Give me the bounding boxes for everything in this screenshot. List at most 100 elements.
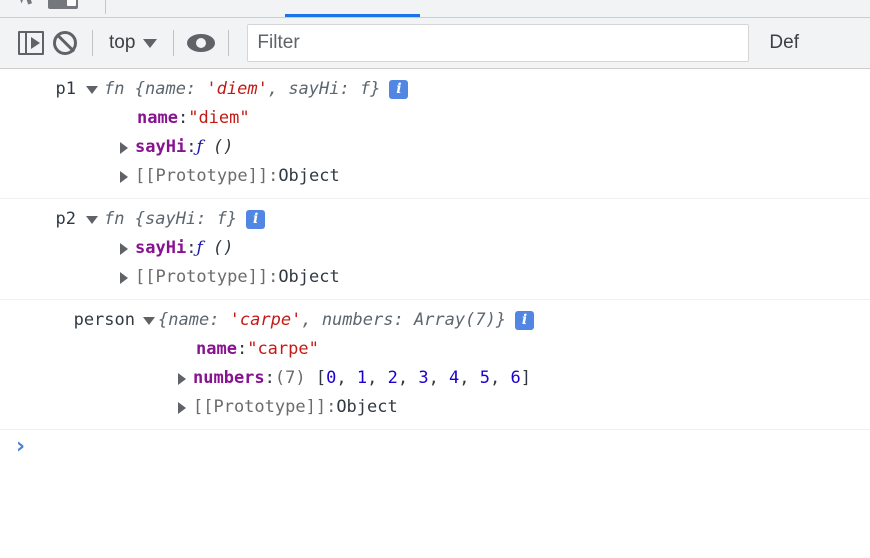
property-colon: : (264, 368, 275, 388)
function-parens: () (202, 137, 234, 157)
property-value: "carpe" (247, 339, 319, 359)
console-message-p1: p1 fn {name: 'diem', sayHi: f} i name: "… (0, 69, 870, 199)
preview-key-1: name: (144, 79, 207, 99)
constructor-name: fn (104, 79, 125, 99)
console-toolbar: top Filter Def (0, 18, 870, 69)
property-colon: : (186, 137, 197, 157)
sidebar-panel-icon (18, 31, 44, 55)
array-item: 3 (418, 368, 429, 388)
toolbar-divider-1 (92, 30, 93, 56)
variable-label-p2: p2 (55, 209, 76, 229)
prototype-value: Object (336, 397, 398, 417)
variable-label-p1: p1 (55, 79, 76, 99)
console-sidebar-toggle-button[interactable] (14, 26, 48, 60)
property-key: sayHi (135, 238, 187, 258)
property-colon: : (177, 108, 189, 128)
property-key: numbers (193, 368, 265, 388)
console-prototype-row[interactable]: [[Prototype]]: Object (0, 393, 870, 422)
array-separator: , (336, 368, 357, 388)
console-property-row[interactable]: sayHi: ƒ () (0, 234, 870, 263)
console-property-row: name: "carpe" (0, 335, 870, 364)
prototype-colon: : (268, 267, 279, 287)
tab-strip-tool-icons (18, 0, 78, 9)
toolbar-divider-3 (228, 30, 230, 56)
eye-icon (187, 34, 216, 52)
active-tab-indicator (285, 14, 420, 17)
property-colon: : (236, 339, 248, 359)
info-badge-icon[interactable]: i (389, 80, 409, 99)
prototype-colon: : (326, 397, 337, 417)
brace-close: } (370, 79, 381, 99)
property-key: sayHi (135, 137, 187, 157)
object-preview-person: {name: 'carpe', numbers: Array(7)} (158, 306, 506, 335)
live-expressions-button[interactable] (184, 26, 218, 60)
expand-triangle-right-icon[interactable] (120, 170, 128, 183)
expand-triangle-down-icon[interactable] (86, 215, 98, 224)
console-property-row: name: "diem" (0, 104, 870, 133)
array-separator: , (428, 368, 450, 388)
log-levels-dropdown[interactable]: Def (769, 32, 799, 54)
console-object-header[interactable]: p1 fn {name: 'diem', sayHi: f} i (0, 75, 870, 104)
console-prompt[interactable]: › (0, 430, 870, 464)
inspect-cursor-icon[interactable] (18, 0, 34, 7)
property-key: name (137, 108, 178, 128)
variable-label-person: person (73, 310, 135, 330)
property-value: "diem" (188, 108, 250, 128)
info-badge-icon[interactable]: i (515, 311, 535, 330)
preview-value-1: f (216, 209, 227, 229)
preview-value-1: 'diem' (206, 79, 268, 99)
execution-context-selector[interactable]: top (103, 32, 163, 54)
function-parens: () (202, 238, 234, 258)
brace-close: } (495, 310, 507, 330)
prototype-value: Object (278, 267, 340, 287)
brace-open: { (134, 209, 145, 229)
chevron-down-icon (143, 38, 158, 48)
console-output: p1 fn {name: 'diem', sayHi: f} i name: "… (0, 69, 870, 464)
array-separator: , (490, 368, 511, 388)
clear-console-button[interactable] (48, 26, 82, 60)
expand-triangle-down-icon[interactable] (86, 85, 98, 94)
prototype-value: Object (278, 166, 340, 186)
prototype-key: [[Prototype]] (135, 267, 269, 287)
filter-input[interactable]: Filter (247, 24, 750, 62)
preview-value-2: f (359, 79, 371, 99)
tab-strip-divider (105, 0, 106, 14)
expand-triangle-right-icon[interactable] (178, 401, 186, 414)
array-item: 1 (356, 368, 368, 388)
array-separator: , (459, 368, 480, 388)
no-entry-icon (53, 31, 77, 55)
expand-triangle-right-icon[interactable] (178, 372, 186, 385)
filter-placeholder: Filter (257, 32, 300, 53)
array-item: 4 (449, 368, 460, 388)
expand-triangle-right-icon[interactable] (120, 141, 128, 154)
console-message-person: person {name: 'carpe', numbers: Array(7)… (0, 300, 870, 430)
prototype-key: [[Prototype]] (135, 166, 269, 186)
console-message-p2: p2 fn {sayHi: f} i sayHi: ƒ () [[Prototy… (0, 199, 870, 300)
preview-key-1: sayHi: (144, 209, 217, 229)
preview-sep: , (267, 79, 289, 99)
console-array-property-row[interactable]: numbers: (7) [0, 1, 2, 3, 4, 5, 6] (0, 364, 870, 393)
console-prototype-row[interactable]: [[Prototype]]: Object (0, 263, 870, 292)
preview-sep: , (301, 310, 322, 330)
brace-open: { (134, 79, 145, 99)
device-toolbar-icon[interactable] (48, 0, 78, 9)
array-separator: , (367, 368, 388, 388)
expand-triangle-right-icon[interactable] (120, 242, 128, 255)
console-object-header[interactable]: person {name: 'carpe', numbers: Array(7)… (0, 306, 870, 335)
array-items: 0, 1, 2, 3, 4, 5, 6 (326, 364, 521, 393)
console-object-header[interactable]: p2 fn {sayHi: f} i (0, 205, 870, 234)
brace-open: { (158, 310, 169, 330)
expand-triangle-right-icon[interactable] (120, 271, 128, 284)
info-badge-icon[interactable]: i (246, 210, 266, 229)
object-preview-p2: fn {sayHi: f} (104, 205, 237, 234)
array-item: 2 (387, 368, 398, 388)
toolbar-divider-2 (173, 30, 175, 56)
console-prototype-row[interactable]: [[Prototype]]: Object (0, 162, 870, 191)
preview-key-2: sayHi: (288, 79, 360, 99)
prompt-chevron-icon: › (16, 434, 26, 459)
preview-value-1: 'carpe' (229, 310, 302, 330)
expand-triangle-down-icon[interactable] (143, 316, 155, 325)
array-separator: , (397, 368, 419, 388)
constructor-name: fn (104, 209, 125, 229)
console-property-row[interactable]: sayHi: ƒ () (0, 133, 870, 162)
